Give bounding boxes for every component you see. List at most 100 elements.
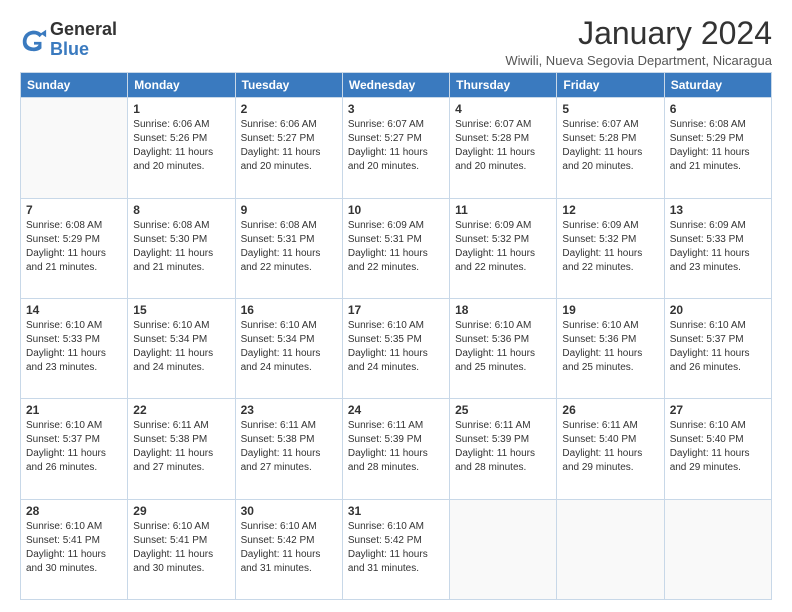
day-number: 26 — [562, 403, 658, 417]
calendar-cell: 25 Sunrise: 6:11 AM Sunset: 5:39 PM Dayli… — [450, 399, 557, 499]
logo-icon — [20, 26, 48, 54]
calendar-week-4: 21Sunrise: 6:10 AM Sunset: 5:37 PM Dayli… — [21, 399, 772, 499]
cell-info: Sunrise: 6:08 AM Sunset: 5:29 PM Dayligh… — [670, 118, 766, 174]
header: General Blue January 2024 Wiwili, Nueva … — [20, 16, 772, 68]
day-number: 8 — [133, 203, 229, 217]
cell-info: Sunrise: 6:10 AM Sunset: 5:34 PM Dayligh… — [133, 319, 229, 375]
logo-text: General Blue — [50, 20, 117, 60]
calendar-cell: 2 Sunrise: 6:06 AM Sunset: 5:27 PM Daylig… — [235, 98, 342, 198]
title-block: January 2024 Wiwili, Nueva Segovia Depar… — [505, 16, 772, 68]
cell-info: Sunrise: 6:09 AM Sunset: 5:32 PM Dayligh… — [455, 219, 551, 275]
day-number: 3 — [348, 102, 444, 116]
day-number: 4 — [455, 102, 551, 116]
calendar-cell: 10Sunrise: 6:09 AM Sunset: 5:31 PM Dayli… — [342, 198, 449, 298]
cell-info: Sunrise: 6:10 AM Sunset: 5:41 PM Dayligh… — [133, 520, 229, 576]
calendar-cell — [664, 499, 771, 599]
cell-info: Sunrise: 6:08 AM Sunset: 5:29 PM Dayligh… — [26, 219, 122, 275]
weekday-header-wednesday: Wednesday — [342, 73, 449, 98]
page: General Blue January 2024 Wiwili, Nueva … — [0, 0, 792, 612]
cell-info: Sunrise: 6:07 AM Sunset: 5:27 PM Dayligh… — [348, 118, 444, 174]
calendar-cell — [557, 499, 664, 599]
day-number: 9 — [241, 203, 337, 217]
calendar-cell: 5Sunrise: 6:07 AM Sunset: 5:28 PM Daylig… — [557, 98, 664, 198]
calendar-cell: 22 Sunrise: 6:11 AM Sunset: 5:38 PM Dayli… — [128, 399, 235, 499]
day-number: 7 — [26, 203, 122, 217]
calendar-cell: 19Sunrise: 6:10 AM Sunset: 5:36 PM Dayli… — [557, 298, 664, 398]
calendar-cell: 15Sunrise: 6:10 AM Sunset: 5:34 PM Dayli… — [128, 298, 235, 398]
calendar-cell — [450, 499, 557, 599]
calendar-cell: 31 Sunrise: 6:10 AM Sunset: 5:42 PM Dayli… — [342, 499, 449, 599]
calendar-cell: 3 Sunrise: 6:07 AM Sunset: 5:27 PM Daylig… — [342, 98, 449, 198]
day-number: 16 — [241, 303, 337, 317]
weekday-header-sunday: Sunday — [21, 73, 128, 98]
cell-info: Sunrise: 6:11 AM Sunset: 5:38 PM Dayligh… — [133, 419, 229, 475]
day-number: 18 — [455, 303, 551, 317]
cell-info: Sunrise: 6:11 AM Sunset: 5:39 PM Dayligh… — [348, 419, 444, 475]
calendar-cell: 8Sunrise: 6:08 AM Sunset: 5:30 PM Daylig… — [128, 198, 235, 298]
calendar-cell: 23Sunrise: 6:11 AM Sunset: 5:38 PM Dayli… — [235, 399, 342, 499]
calendar-cell: 24 Sunrise: 6:11 AM Sunset: 5:39 PM Dayli… — [342, 399, 449, 499]
cell-info: Sunrise: 6:06 AM Sunset: 5:27 PM Dayligh… — [241, 118, 337, 174]
calendar-cell: 4 Sunrise: 6:07 AM Sunset: 5:28 PM Daylig… — [450, 98, 557, 198]
cell-info: Sunrise: 6:10 AM Sunset: 5:34 PM Dayligh… — [241, 319, 337, 375]
calendar-cell — [21, 98, 128, 198]
day-number: 27 — [670, 403, 766, 417]
day-number: 24 — [348, 403, 444, 417]
cell-info: Sunrise: 6:10 AM Sunset: 5:33 PM Dayligh… — [26, 319, 122, 375]
day-number: 20 — [670, 303, 766, 317]
day-number: 21 — [26, 403, 122, 417]
day-number: 11 — [455, 203, 551, 217]
cell-info: Sunrise: 6:07 AM Sunset: 5:28 PM Dayligh… — [455, 118, 551, 174]
cell-info: Sunrise: 6:10 AM Sunset: 5:35 PM Dayligh… — [348, 319, 444, 375]
day-number: 31 — [348, 504, 444, 518]
cell-info: Sunrise: 6:10 AM Sunset: 5:36 PM Dayligh… — [562, 319, 658, 375]
weekday-header-friday: Friday — [557, 73, 664, 98]
calendar-header-row: SundayMondayTuesdayWednesdayThursdayFrid… — [21, 73, 772, 98]
cell-info: Sunrise: 6:09 AM Sunset: 5:33 PM Dayligh… — [670, 219, 766, 275]
logo-blue-text: Blue — [50, 40, 117, 60]
cell-info: Sunrise: 6:10 AM Sunset: 5:40 PM Dayligh… — [670, 419, 766, 475]
logo: General Blue — [20, 20, 117, 60]
location: Wiwili, Nueva Segovia Department, Nicara… — [505, 53, 772, 68]
cell-info: Sunrise: 6:08 AM Sunset: 5:31 PM Dayligh… — [241, 219, 337, 275]
cell-info: Sunrise: 6:10 AM Sunset: 5:42 PM Dayligh… — [348, 520, 444, 576]
calendar-cell: 21Sunrise: 6:10 AM Sunset: 5:37 PM Dayli… — [21, 399, 128, 499]
day-number: 29 — [133, 504, 229, 518]
weekday-header-saturday: Saturday — [664, 73, 771, 98]
day-number: 14 — [26, 303, 122, 317]
day-number: 28 — [26, 504, 122, 518]
day-number: 5 — [562, 102, 658, 116]
day-number: 1 — [133, 102, 229, 116]
day-number: 2 — [241, 102, 337, 116]
day-number: 10 — [348, 203, 444, 217]
logo-general-text: General — [50, 20, 117, 40]
calendar-week-5: 28 Sunrise: 6:10 AM Sunset: 5:41 PM Dayli… — [21, 499, 772, 599]
day-number: 17 — [348, 303, 444, 317]
cell-info: Sunrise: 6:09 AM Sunset: 5:32 PM Dayligh… — [562, 219, 658, 275]
cell-info: Sunrise: 6:11 AM Sunset: 5:39 PM Dayligh… — [455, 419, 551, 475]
calendar-cell: 9 Sunrise: 6:08 AM Sunset: 5:31 PM Daylig… — [235, 198, 342, 298]
calendar-cell: 30 Sunrise: 6:10 AM Sunset: 5:42 PM Dayli… — [235, 499, 342, 599]
cell-info: Sunrise: 6:10 AM Sunset: 5:36 PM Dayligh… — [455, 319, 551, 375]
calendar-cell: 7 Sunrise: 6:08 AM Sunset: 5:29 PM Daylig… — [21, 198, 128, 298]
calendar-cell: 12Sunrise: 6:09 AM Sunset: 5:32 PM Dayli… — [557, 198, 664, 298]
day-number: 25 — [455, 403, 551, 417]
calendar-cell: 29 Sunrise: 6:10 AM Sunset: 5:41 PM Dayli… — [128, 499, 235, 599]
day-number: 30 — [241, 504, 337, 518]
calendar-table: SundayMondayTuesdayWednesdayThursdayFrid… — [20, 72, 772, 600]
weekday-header-thursday: Thursday — [450, 73, 557, 98]
calendar-week-2: 7 Sunrise: 6:08 AM Sunset: 5:29 PM Daylig… — [21, 198, 772, 298]
cell-info: Sunrise: 6:10 AM Sunset: 5:41 PM Dayligh… — [26, 520, 122, 576]
day-number: 6 — [670, 102, 766, 116]
cell-info: Sunrise: 6:10 AM Sunset: 5:42 PM Dayligh… — [241, 520, 337, 576]
calendar-cell: 20Sunrise: 6:10 AM Sunset: 5:37 PM Dayli… — [664, 298, 771, 398]
cell-info: Sunrise: 6:11 AM Sunset: 5:38 PM Dayligh… — [241, 419, 337, 475]
day-number: 13 — [670, 203, 766, 217]
calendar-week-3: 14 Sunrise: 6:10 AM Sunset: 5:33 PM Dayli… — [21, 298, 772, 398]
calendar-cell: 28 Sunrise: 6:10 AM Sunset: 5:41 PM Dayli… — [21, 499, 128, 599]
calendar-cell: 1Sunrise: 6:06 AM Sunset: 5:26 PM Daylig… — [128, 98, 235, 198]
day-number: 22 — [133, 403, 229, 417]
calendar-cell: 6 Sunrise: 6:08 AM Sunset: 5:29 PM Daylig… — [664, 98, 771, 198]
weekday-header-tuesday: Tuesday — [235, 73, 342, 98]
calendar-cell: 27 Sunrise: 6:10 AM Sunset: 5:40 PM Dayli… — [664, 399, 771, 499]
